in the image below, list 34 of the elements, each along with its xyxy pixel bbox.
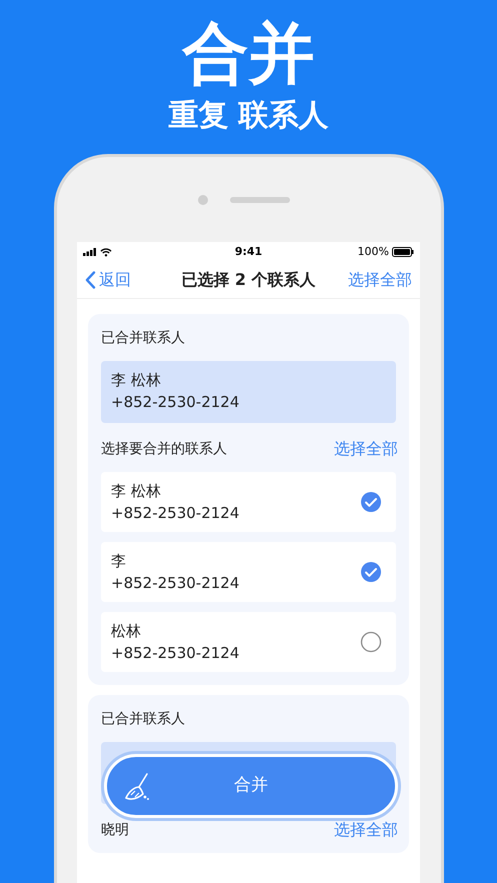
select-all-button[interactable]: 选择全部 xyxy=(348,268,412,292)
checked-icon[interactable] xyxy=(360,491,382,513)
contact-phone: +852-2530-2124 xyxy=(111,573,240,593)
select-all-link[interactable]: 选择全部 xyxy=(334,820,398,840)
contact-name: 李 松林 xyxy=(111,370,162,390)
merge-button[interactable]: 合并 xyxy=(104,754,398,818)
wifi-icon xyxy=(100,248,112,256)
contact-phone: +852-2530-2124 xyxy=(111,503,240,523)
chevron-left-icon xyxy=(85,271,96,289)
contact-name: 松林 xyxy=(111,621,142,641)
speaker-icon xyxy=(230,197,290,203)
contact-item[interactable]: 李 +852-2530-2124 xyxy=(101,542,396,602)
signal-icon xyxy=(83,248,97,256)
unchecked-icon[interactable] xyxy=(360,631,382,653)
contact-phone: +852-2530-2124 xyxy=(111,643,240,663)
section-label: 晓明 xyxy=(101,821,129,840)
back-button[interactable]: 返回 xyxy=(85,268,131,292)
select-all-link[interactable]: 选择全部 xyxy=(334,439,398,459)
section-label: 已合并联系人 xyxy=(101,329,186,348)
headline: 合并 xyxy=(182,14,314,94)
contact-phone: +852-2530-2124 xyxy=(111,392,240,412)
contact-item[interactable]: 李 松林 +852-2530-2124 xyxy=(101,472,396,532)
status-time: 9:41 xyxy=(234,244,262,260)
contact-item[interactable]: 松林 +852-2530-2124 xyxy=(101,612,396,672)
contact-name: 李 松林 xyxy=(111,481,162,501)
battery-icon xyxy=(392,247,414,257)
checked-icon[interactable] xyxy=(360,561,382,583)
contact-name: 李 xyxy=(111,551,127,571)
section-label: 选择要合并的联系人 xyxy=(101,440,227,459)
nav-title: 已选择 2 个联系人 xyxy=(181,269,316,291)
battery-percent: 100% xyxy=(358,244,389,260)
camera-icon xyxy=(198,195,208,205)
subheadline: 重复 联系人 xyxy=(168,97,329,135)
section-label: 已合并联系人 xyxy=(101,710,186,729)
